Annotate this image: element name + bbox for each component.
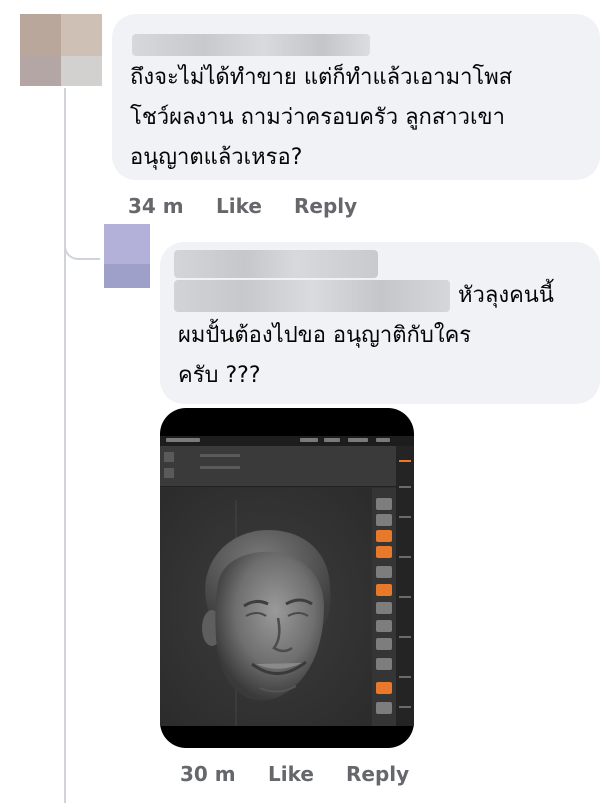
- app-menubar: [160, 436, 414, 446]
- tray-button: [376, 702, 392, 714]
- like-button[interactable]: Like: [268, 762, 314, 786]
- tray-button: [376, 530, 392, 542]
- menu-text: [166, 438, 200, 442]
- sculpt-app-screenshot: [160, 436, 414, 726]
- tray-button: [376, 638, 392, 650]
- redacted-text: [174, 280, 450, 312]
- menu-text: [300, 438, 318, 442]
- comment-timestamp[interactable]: 34 m: [128, 194, 184, 218]
- comment-text-line: ถึงจะไม่ได้ทำขาย แต่ก็ทำแล้วเอามาโพส: [130, 65, 513, 90]
- menu-text: [324, 438, 340, 442]
- side-panel-item: [399, 636, 411, 638]
- reply-connector: [64, 210, 100, 260]
- tray-button: [376, 498, 392, 510]
- tray-button: [376, 584, 392, 596]
- tray-button: [376, 682, 392, 694]
- toolbar-slider: [200, 466, 240, 469]
- comment-thread: ถึงจะไม่ได้ทำขาย แต่ก็ทำแล้วเอามาโพส โชว…: [0, 0, 607, 803]
- comment-text-line: ครับ ???: [178, 363, 261, 388]
- app-viewport: [160, 488, 372, 726]
- tray-button: [376, 658, 392, 670]
- side-panel-item: [399, 596, 411, 598]
- tray-button: [376, 566, 392, 578]
- sculpted-head-model: [202, 500, 331, 726]
- comment-text-line: โชว์ผลงาน ถามว่าครอบครัว ลูกสาวเขา: [130, 105, 505, 130]
- reply-bubble: หัวลุงคนนี้ ผมปั้นต้องไปขอ อนุญาติกับใคร…: [160, 242, 600, 404]
- avatar-mosaic-tile: [20, 56, 61, 86]
- tray-button: [376, 602, 392, 614]
- tray-button: [376, 546, 392, 558]
- thread-line: [64, 88, 66, 803]
- toolbar-icon: [164, 468, 174, 478]
- comment-text-line: อนุญาตแล้วเหรอ?: [130, 145, 303, 170]
- avatar-mosaic-tile: [104, 264, 150, 288]
- avatar-mosaic-tile: [20, 14, 61, 56]
- side-panel-item: [399, 556, 411, 558]
- side-panel-item: [399, 676, 411, 678]
- menu-text: [348, 438, 368, 442]
- reply-timestamp[interactable]: 30 m: [180, 762, 236, 786]
- toolbar-slider: [200, 454, 240, 457]
- side-panel-item: [399, 516, 411, 518]
- author-name-redacted[interactable]: [174, 250, 378, 278]
- comment-bubble: ถึงจะไม่ได้ทำขาย แต่ก็ทำแล้วเอามาโพส โชว…: [112, 14, 600, 180]
- avatar-mosaic-tile: [61, 56, 102, 86]
- side-panel-item: [399, 706, 411, 708]
- avatar-mosaic-tile: [61, 14, 102, 56]
- tray-button: [376, 620, 392, 632]
- reply-button[interactable]: Reply: [294, 194, 357, 218]
- app-side-panel: [396, 446, 414, 726]
- side-panel-item: [399, 460, 411, 462]
- menu-text: [376, 438, 390, 442]
- reply-button[interactable]: Reply: [346, 762, 409, 786]
- app-tool-tray: [372, 488, 396, 726]
- comment-text-line: หัวลุงคนนี้: [458, 283, 554, 308]
- avatar[interactable]: [20, 14, 102, 86]
- app-toolbar: [160, 446, 414, 487]
- attached-image[interactable]: [160, 408, 414, 748]
- reply-avatar[interactable]: [104, 224, 150, 288]
- toolbar-icon: [164, 452, 174, 462]
- comment-text-line: ผมปั้นต้องไปขอ อนุญาติกับใคร: [178, 323, 472, 348]
- tray-button: [376, 514, 392, 526]
- avatar-mosaic-tile: [104, 224, 150, 264]
- side-panel-item: [399, 486, 411, 488]
- like-button[interactable]: Like: [216, 194, 262, 218]
- author-name-redacted[interactable]: [132, 34, 370, 56]
